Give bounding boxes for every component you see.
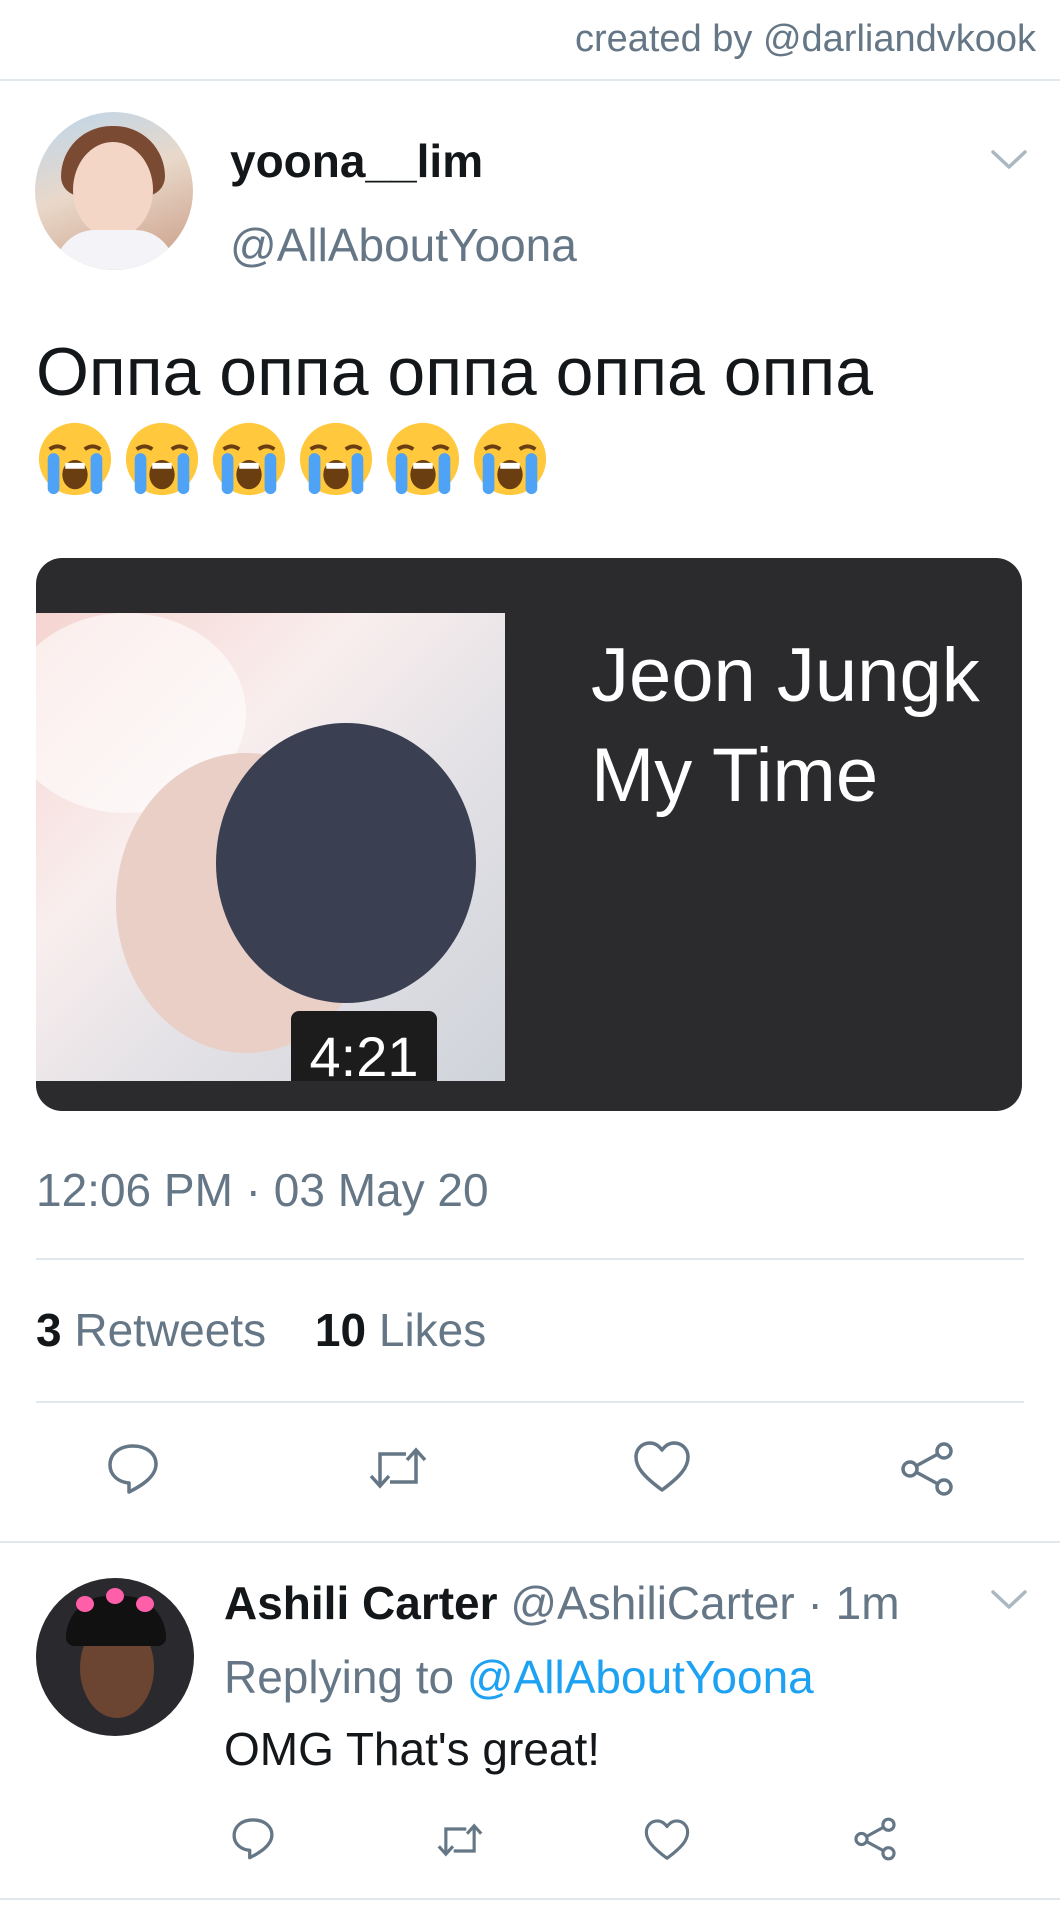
emoji-row	[36, 420, 549, 498]
tweet-stats: 3 Retweets 10 Likes	[36, 1303, 522, 1357]
avatar[interactable]	[35, 112, 193, 270]
reply-user-name[interactable]: Ashili Carter	[224, 1577, 498, 1629]
retweet-icon[interactable]	[434, 1818, 486, 1862]
likes-stat[interactable]: 10 Likes	[315, 1304, 486, 1356]
video-title-line-1: Jeon Jungk	[591, 633, 980, 718]
chevron-down-icon[interactable]	[990, 1588, 1028, 1612]
reply-icon[interactable]	[230, 1815, 276, 1861]
credit-text: created by @darliandvkook	[574, 18, 1036, 60]
reply-icon[interactable]	[105, 1440, 161, 1496]
video-title-line-2: My Time	[591, 733, 879, 818]
divider	[36, 1258, 1024, 1260]
video-duration: 4:21	[291, 1011, 437, 1081]
likes-label: Likes	[378, 1304, 487, 1356]
video-thumbnail[interactable]: 4:21	[36, 613, 505, 1081]
retweet-icon[interactable]	[366, 1440, 430, 1496]
video-title: Jeon Jungk My Time	[591, 626, 980, 826]
loudly-crying-face-icon	[38, 422, 112, 496]
loudly-crying-face-icon	[125, 422, 199, 496]
loudly-crying-face-icon	[386, 422, 460, 496]
retweets-label: Retweets	[74, 1304, 267, 1356]
chevron-down-icon[interactable]	[990, 148, 1028, 172]
like-heart-icon[interactable]	[633, 1440, 691, 1494]
retweets-stat[interactable]: 3 Retweets	[36, 1304, 266, 1356]
reply-avatar[interactable]	[36, 1578, 194, 1736]
loudly-crying-face-icon	[299, 422, 373, 496]
replying-to-handle[interactable]: @AllAboutYoona	[467, 1651, 814, 1703]
section-divider	[0, 1541, 1060, 1543]
likes-count: 10	[314, 1304, 367, 1356]
replying-to-label: Replying to	[224, 1651, 455, 1703]
reply-header: Ashili Carter @AshiliCarter · 1m	[224, 1576, 900, 1630]
user-name[interactable]: yoona__lim	[230, 134, 483, 188]
tweet-timestamp: 12:06 PM · 03 May 20	[36, 1164, 489, 1216]
video-card[interactable]: 4:21 Jeon Jungk My Time	[36, 558, 1022, 1111]
bottom-divider	[0, 1898, 1060, 1900]
header-divider	[0, 79, 1060, 81]
user-handle[interactable]: @AllAboutYoona	[230, 218, 577, 272]
loudly-crying-face-icon	[212, 422, 286, 496]
divider	[36, 1401, 1024, 1403]
reply-text: OMG That's great!	[224, 1723, 601, 1775]
reply-handle-time[interactable]: @AshiliCarter · 1m	[510, 1577, 899, 1629]
replying-to: Replying to @AllAboutYoona	[224, 1650, 814, 1704]
retweets-count: 3	[36, 1304, 62, 1356]
share-icon[interactable]	[898, 1440, 956, 1498]
tweet-text: Оппа оппа оппа оппа оппа	[36, 334, 874, 410]
share-icon[interactable]	[852, 1816, 898, 1862]
loudly-crying-face-icon	[473, 422, 547, 496]
like-heart-icon[interactable]	[644, 1818, 690, 1862]
